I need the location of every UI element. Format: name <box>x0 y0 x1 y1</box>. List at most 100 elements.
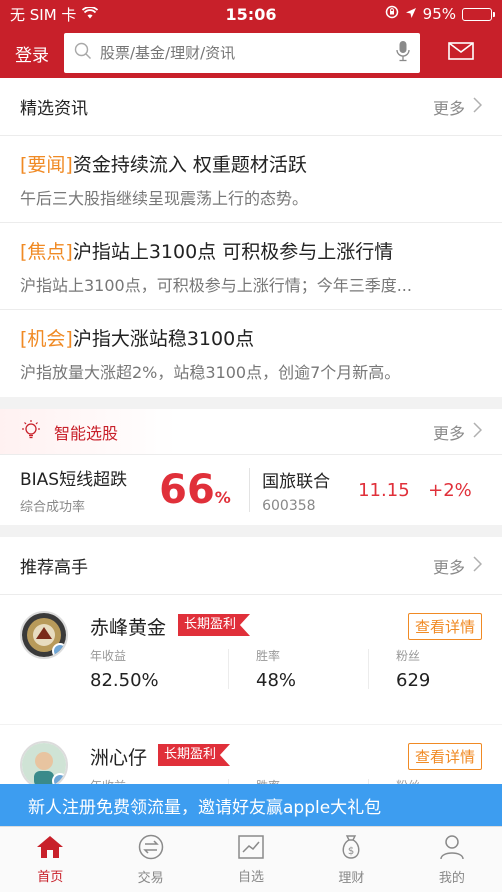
verified-badge-icon <box>52 643 66 657</box>
news-item-tag: [机会] <box>20 328 73 350</box>
mic-icon[interactable] <box>396 40 410 66</box>
tab-label: 交易 <box>137 870 164 886</box>
experts-header: 推荐高手 更多 <box>0 537 502 595</box>
news-section-title: 精选资讯 <box>20 99 88 119</box>
vertical-divider <box>249 468 251 512</box>
experts-section-title: 推荐高手 <box>20 558 88 578</box>
win-rate-label: 胜率 <box>256 649 281 663</box>
news-item-summary: 午后三大股指继续呈现震荡上行的态势。 <box>20 189 309 208</box>
news-item-headline: 沪指大涨站稳3100点 <box>72 328 255 350</box>
wifi-icon <box>82 5 99 23</box>
news-more-label: 更多 <box>432 98 465 118</box>
annual-return-label: 年收益 <box>90 777 126 784</box>
bottom-tab-bar: 首页 交易 自选 $ 理财 我的 <box>0 826 502 892</box>
stat-divider <box>228 649 229 689</box>
stock-name: 国旅联合 <box>262 471 331 492</box>
news-item[interactable]: [机会]沪指大涨站稳3100点 沪指放量大涨超2%，站稳3100点，创逾7个月新… <box>0 310 502 397</box>
search-input[interactable] <box>100 44 396 62</box>
news-item-headline: 沪指站上3100点 可积极参与上涨行情 <box>72 241 394 263</box>
chevron-right-icon <box>473 421 483 442</box>
verified-badge-icon <box>52 773 66 784</box>
news-item-summary: 沪指放量大涨超2%，站稳3100点，创逾7个月新高。 <box>20 363 401 382</box>
lightbulb-icon <box>20 419 42 445</box>
long-term-profit-tag: 长期盈利 <box>178 614 251 636</box>
status-left: 无 SIM 卡 <box>10 4 99 25</box>
success-rate-unit: % <box>214 488 231 507</box>
chevron-right-icon <box>473 96 483 117</box>
stock-info: 国旅联合 600358 <box>262 467 330 514</box>
tab-trade[interactable]: 交易 <box>100 827 200 892</box>
search-icon <box>74 42 92 64</box>
view-details-button[interactable]: 查看详情 <box>407 613 482 640</box>
rotation-lock-icon <box>385 5 399 23</box>
tab-watchlist[interactable]: 自选 <box>201 827 301 892</box>
mail-button[interactable] <box>420 42 502 64</box>
tab-wealth[interactable]: $ 理财 <box>301 827 401 892</box>
smart-pick-row[interactable]: BIAS短线超跌 综合成功率 66% 国旅联合 600358 11.15 +2% <box>0 455 502 525</box>
mail-icon <box>448 42 474 64</box>
success-rate: 66% <box>159 467 237 513</box>
news-item[interactable]: [焦点]沪指站上3100点 可积极参与上涨行情 沪指站上3100点，可积极参与上… <box>0 223 502 310</box>
status-right: 95% <box>385 5 495 23</box>
promo-banner[interactable]: 新人注册免费领流量，邀请好友赢apple大礼包 <box>0 784 502 826</box>
success-rate-value: 66 <box>159 467 215 513</box>
svg-text:$: $ <box>348 846 354 857</box>
top-header: 登录 <box>0 28 502 78</box>
app-root: 无 SIM 卡 15:06 95% 登录 股票/基金/理财/资讯 精选资讯 更多… <box>0 0 502 892</box>
stat-divider <box>368 649 369 689</box>
section-divider <box>0 525 502 537</box>
tab-label: 首页 <box>37 869 64 885</box>
smart-pick-title: 智能选股 <box>20 419 118 445</box>
tab-profile[interactable]: 我的 <box>402 827 502 892</box>
promo-text: 新人注册免费领流量，邀请好友赢apple大礼包 <box>28 797 382 818</box>
chevron-right-icon <box>473 555 483 576</box>
annual-return-stat: 年收益 82.50% <box>90 647 159 691</box>
annual-return-stat: 年收益 <box>90 777 126 784</box>
fans-label: 粉丝 <box>396 777 420 784</box>
news-item[interactable]: [要闻]资金持续流入 权重题材活跃 午后三大股指继续呈现震荡上行的态势。 <box>0 136 502 223</box>
stock-change: +2% <box>428 479 472 501</box>
tab-label: 自选 <box>238 869 265 885</box>
view-details-button[interactable]: 查看详情 <box>407 743 482 770</box>
strategy-info: BIAS短线超跌 综合成功率 <box>20 465 127 515</box>
avatar[interactable] <box>20 741 68 784</box>
news-header: 精选资讯 更多 <box>0 78 502 136</box>
stock-code: 600358 <box>262 497 316 514</box>
profile-icon <box>440 834 464 864</box>
tab-home[interactable]: 首页 <box>0 827 100 892</box>
expert-card[interactable]: 洲心仔 长期盈利 查看详情 年收益 胜率 粉丝 <box>0 725 502 784</box>
main-content[interactable]: 精选资讯 更多 [要闻]资金持续流入 权重题材活跃 午后三大股指继续呈现震荡上行… <box>0 78 502 784</box>
search-bar[interactable] <box>64 33 420 73</box>
status-bar: 无 SIM 卡 15:06 95% <box>0 0 502 28</box>
news-item-title: [机会]沪指大涨站稳3100点 <box>20 324 482 351</box>
avatar[interactable] <box>20 611 68 659</box>
fans-stat: 粉丝 <box>396 777 420 784</box>
news-more-link[interactable]: 更多 <box>432 95 483 119</box>
expert-name: 赤峰黄金 <box>90 617 167 639</box>
news-item-headline: 资金持续流入 权重题材活跃 <box>72 154 307 176</box>
fans-stat: 粉丝 629 <box>396 647 430 691</box>
news-item-tag: [焦点] <box>20 241 73 263</box>
win-rate-label: 胜率 <box>256 777 280 784</box>
wealth-icon: $ <box>339 834 363 864</box>
carrier-label: 无 SIM 卡 <box>10 5 77 24</box>
tab-label: 我的 <box>438 870 465 886</box>
fans-value: 629 <box>396 670 431 691</box>
expert-card[interactable]: 赤峰黄金 长期盈利 查看详情 年收益 82.50% 胜率 48% 粉丝 629 <box>0 595 502 725</box>
battery-icon <box>462 7 495 21</box>
watchlist-icon <box>238 834 264 863</box>
experts-more-link[interactable]: 更多 <box>433 554 483 578</box>
news-item-summary: 沪指站上3100点，可积极参与上涨行情；今年三季度... <box>20 276 412 295</box>
login-button[interactable]: 登录 <box>0 41 64 66</box>
annual-return-label: 年收益 <box>90 649 127 663</box>
long-term-profit-tag: 长期盈利 <box>158 744 231 766</box>
win-rate-stat: 胜率 48% <box>256 647 296 691</box>
news-section: 精选资讯 更多 [要闻]资金持续流入 权重题材活跃 午后三大股指继续呈现震荡上行… <box>0 78 502 397</box>
section-divider <box>0 397 502 409</box>
trade-icon <box>138 834 164 864</box>
news-item-title: [要闻]资金持续流入 权重题材活跃 <box>20 150 482 177</box>
experts-section: 推荐高手 更多 赤峰黄金 长期盈利 查看详情 年收益 82.50% 胜率 48%… <box>0 537 502 784</box>
fans-label: 粉丝 <box>396 649 421 663</box>
smart-pick-more-link[interactable]: 更多 <box>433 420 483 444</box>
tab-label: 理财 <box>338 870 365 886</box>
